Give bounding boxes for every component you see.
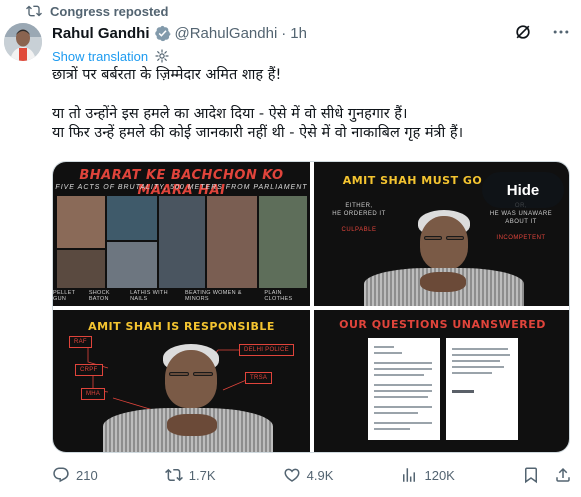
photo-plain-clothes <box>259 196 307 288</box>
caption-pellet-gun: PELLET GUN <box>53 290 76 302</box>
tweet-secondary-actions <box>522 466 572 484</box>
photo-beating <box>207 196 257 288</box>
bookmark-icon[interactable] <box>522 466 540 484</box>
tweet-body: छात्रों पर बर्बरता के ज़िम्मेदार अमित शा… <box>52 66 572 144</box>
repost-indicator[interactable]: Congress reposted <box>26 1 168 21</box>
header-separator: · <box>281 24 287 42</box>
caption-beating: BEATING WOMEN & MINORS <box>185 290 242 302</box>
settings-gear-icon[interactable] <box>154 48 170 64</box>
photo-injured-face <box>57 250 105 288</box>
tweet-line-3: या फिर उन्हें हमले की कोई जानकारी नहीं थ… <box>52 125 464 141</box>
media-image-amit-shah-responsible[interactable]: AMIT SHAH IS RESPONSIBLE RAF CRPF MHA DE… <box>53 310 310 452</box>
letter-document-1 <box>368 338 440 440</box>
more-options-icon[interactable] <box>551 22 571 42</box>
like-count: 4.9K <box>306 467 334 483</box>
views-count: 120K <box>424 467 455 483</box>
reply-button[interactable]: 210 <box>52 466 98 484</box>
views-bar-chart-icon <box>403 468 416 482</box>
author-handle[interactable]: @RahulGandhi <box>175 25 278 42</box>
caption-lathis: LATHIS WITH NAILS <box>130 290 168 302</box>
author-name[interactable]: Rahul Gandhi <box>52 25 150 42</box>
media-1-title: BHARAT KE BACHCHON KO MAARA HAI <box>79 168 284 198</box>
media-image-brutality-collage[interactable]: BHARAT KE BACHCHON KO MAARA HAI FIVE ACT… <box>53 162 310 306</box>
show-translation[interactable]: Show translation <box>52 48 170 64</box>
hide-media-button[interactable]: Hide <box>482 172 564 208</box>
repost-label: Congress reposted <box>50 3 169 19</box>
show-translation-label[interactable]: Show translation <box>52 49 148 64</box>
tweet-header: Rahul Gandhi @RahulGandhi · 1h <box>52 23 307 43</box>
reply-count: 210 <box>76 467 98 483</box>
heart-icon <box>284 468 300 482</box>
media-1-captions: PELLET GUN SHOCK BATON LATHIS WITH NAILS… <box>53 290 310 302</box>
media-image-amit-shah-must-go[interactable]: AMIT SHAH MUST GO EITHER, HE ORDERED IT … <box>314 162 569 306</box>
verified-badge-icon[interactable] <box>154 25 171 42</box>
photo-lathi <box>159 196 205 288</box>
like-button[interactable]: 4.9K <box>283 466 334 484</box>
tweet-line-2: या तो उन्होंने इस हमले का आदेश दिया - ऐस… <box>52 105 408 122</box>
tweet-top-actions <box>513 22 571 42</box>
reply-icon <box>53 467 69 483</box>
photo-crowd <box>107 196 157 240</box>
repost-button[interactable]: 1.7K <box>164 466 216 484</box>
box-raf: RAF <box>69 336 92 348</box>
box-crpf: CRPF <box>75 364 103 376</box>
repost-action-icon <box>164 468 183 482</box>
portrait-figure <box>364 202 524 306</box>
avatar-image <box>4 23 42 61</box>
caption-plain-clothes: PLAIN CLOTHES <box>264 290 293 302</box>
tweet-actions: 210 1.7K 4.9K 120K <box>52 466 572 484</box>
repost-count: 1.7K <box>188 467 216 483</box>
box-delhi-police: DELHI POLICE <box>239 344 294 356</box>
media-1-subtitle: FIVE ACTS OF BRUTALITY, 500 METERS FROM … <box>55 184 308 191</box>
media-4-title: OUR QUESTIONS UNANSWERED <box>339 318 546 331</box>
grok-icon[interactable] <box>513 22 533 42</box>
media-image-questions-unanswered[interactable]: OUR QUESTIONS UNANSWERED <box>314 310 569 452</box>
caption-shock-baton: SHOCK BATON <box>88 290 110 302</box>
repost-icon <box>26 5 42 17</box>
tweet-line-1: छात्रों पर बर्बरता के ज़िम्मेदार अमित शा… <box>52 67 282 83</box>
box-trsa: TRSA <box>245 372 273 384</box>
share-icon[interactable] <box>554 466 572 484</box>
box-mha: MHA <box>81 388 106 400</box>
views-button[interactable]: 120K <box>400 466 455 484</box>
letter-document-2 <box>446 338 518 440</box>
photo-injured-back <box>57 196 105 248</box>
tweet-timestamp[interactable]: 1h <box>290 25 307 42</box>
avatar[interactable] <box>4 23 42 61</box>
media-grid: BHARAT KE BACHCHON KO MAARA HAI FIVE ACT… <box>52 161 570 453</box>
photo-baton <box>107 242 157 288</box>
